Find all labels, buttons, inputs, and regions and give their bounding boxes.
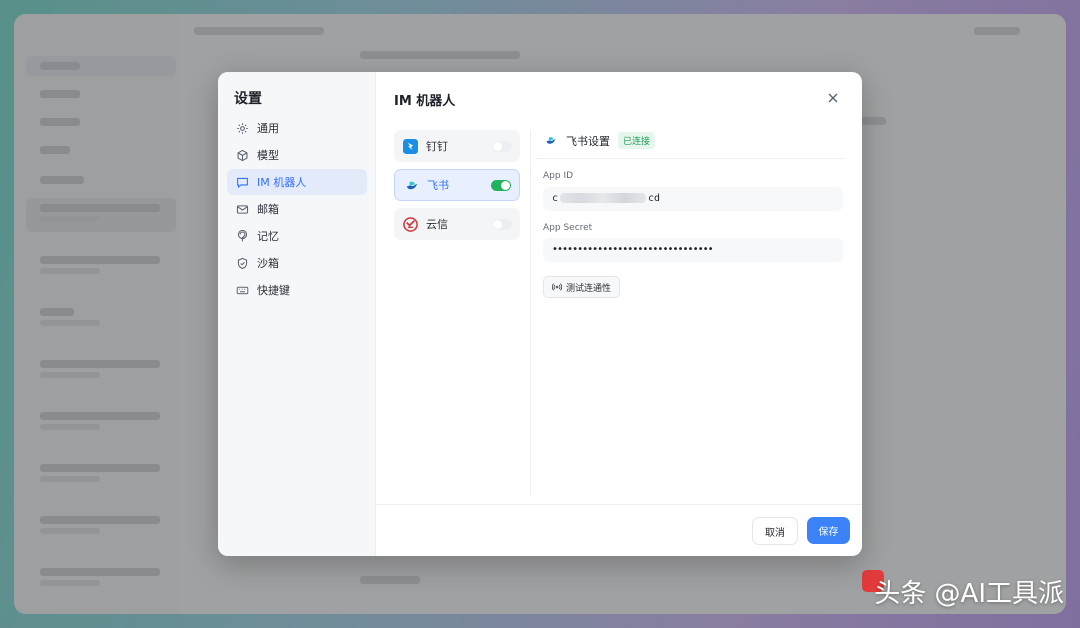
keyboard-icon [235, 283, 249, 297]
dingtalk-logo-icon [403, 138, 418, 154]
cancel-button[interactable]: 取消 [752, 517, 798, 545]
app-id-suffix: cd [648, 193, 661, 204]
bot-item-dingtalk[interactable]: 钉钉 [394, 130, 520, 162]
nav-item-sandbox[interactable]: 沙箱 [227, 250, 367, 276]
detail-header: 飞书设置 已连接 [544, 132, 656, 149]
bot-name: 飞书 [427, 179, 449, 192]
nav-item-shortcuts[interactable]: 快捷键 [227, 277, 367, 303]
nav-item-label: 记忆 [257, 230, 279, 243]
nav-item-label: 沙箱 [257, 257, 279, 270]
signal-icon [552, 283, 562, 291]
nav-item-label: IM 机器人 [257, 176, 307, 189]
divider [536, 158, 844, 159]
bot-item-yunxin[interactable]: 云信 [394, 208, 520, 240]
yunxin-toggle[interactable] [492, 218, 512, 230]
nav-item-memory[interactable]: 记忆 [227, 223, 367, 249]
mail-icon [235, 202, 249, 216]
settings-dialog: 设置 通用 模型 IM 机器人 邮箱 记忆 沙箱 快捷键 IM 机器人 钉钉 飞… [218, 72, 862, 556]
nav-item-mail[interactable]: 邮箱 [227, 196, 367, 222]
nav-item-im-bot[interactable]: IM 机器人 [227, 169, 367, 195]
app-secret-field[interactable]: •••••••••••••••••••••••••••••••• [543, 238, 843, 262]
app-secret-label: App Secret [543, 223, 593, 233]
nav-item-label: 模型 [257, 149, 279, 162]
dingtalk-toggle[interactable] [492, 140, 512, 152]
shield-icon [235, 256, 249, 270]
divider [375, 504, 862, 505]
app-id-field[interactable]: c cd [543, 187, 843, 211]
bot-item-feishu[interactable]: 飞书 [394, 169, 520, 201]
detail-title: 飞书设置 [566, 134, 610, 148]
app-id-label: App ID [543, 171, 574, 181]
app-id-prefix: c [552, 193, 559, 204]
close-icon[interactable] [826, 90, 840, 104]
divider [530, 130, 531, 496]
chat-icon [235, 175, 249, 189]
save-button[interactable]: 保存 [807, 517, 850, 544]
nav-item-label: 通用 [257, 122, 279, 135]
test-connection-button[interactable]: 测试连通性 [543, 276, 621, 298]
brain-icon [235, 229, 249, 243]
bot-name: 云信 [426, 218, 448, 231]
feishu-logo-icon [406, 181, 418, 189]
nav-item-model[interactable]: 模型 [227, 142, 367, 168]
nav-item-label: 邮箱 [257, 203, 279, 216]
test-connection-label: 测试连通性 [566, 283, 612, 294]
nav-item-general[interactable]: 通用 [227, 115, 367, 141]
redacted-blur [560, 193, 647, 203]
settings-title: 设置 [234, 91, 262, 107]
watermark: 头条 @AI工具派 [874, 579, 1064, 609]
status-badge: 已连接 [618, 132, 656, 149]
feishu-logo-icon [546, 137, 556, 144]
bot-name: 钉钉 [426, 140, 448, 153]
cube-icon [235, 148, 249, 162]
gear-icon [235, 121, 249, 135]
nav-item-label: 快捷键 [257, 284, 290, 297]
feishu-toggle[interactable] [491, 179, 511, 191]
panel-title: IM 机器人 [394, 94, 456, 109]
yunxin-logo-icon [403, 216, 418, 232]
settings-nav: 设置 通用 模型 IM 机器人 邮箱 记忆 沙箱 快捷键 [218, 72, 376, 556]
